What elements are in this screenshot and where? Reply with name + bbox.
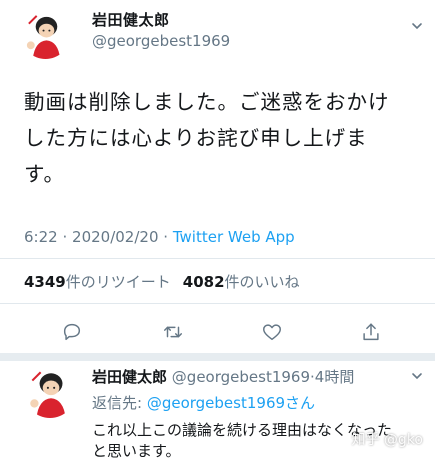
like-stat[interactable]: 4082件のいいね: [183, 273, 300, 291]
section-separator: [0, 353, 435, 361]
like-icon: [263, 324, 281, 341]
reply-to-handle[interactable]: @georgebest1969: [147, 394, 285, 412]
reply-to-suffix: さん: [285, 394, 316, 412]
reply-to-prefix: 返信先:: [92, 394, 147, 412]
display-name[interactable]: 岩田健太郎: [92, 11, 170, 30]
reply-display-name[interactable]: 岩田健太郎: [92, 368, 167, 386]
divider: [0, 258, 435, 259]
share-icon: [363, 323, 379, 341]
meta-separator: ·: [62, 228, 68, 246]
tweet-date[interactable]: 2020/02/20: [72, 228, 158, 246]
like-count: 4082: [182, 273, 225, 291]
retweet-stat[interactable]: 4349件のリツイート: [24, 273, 171, 291]
reply-avatar[interactable]: [24, 366, 76, 418]
tweet-meta: 6:22 · 2020/02/20 · Twitter Web App: [24, 227, 295, 247]
reply-icon: [63, 323, 81, 341]
tweet-time: 6:22: [24, 228, 58, 246]
engagement-stats: 4349件のリツイート 4082件のいいね: [24, 271, 300, 293]
reply-button[interactable]: [58, 318, 86, 346]
watermark: 知乎 @gko: [351, 432, 423, 448]
divider: [0, 303, 435, 304]
retweet-button[interactable]: [159, 318, 187, 346]
like-label: 件のいいね: [224, 273, 300, 291]
tweet-source[interactable]: Twitter Web App: [173, 228, 295, 246]
share-button[interactable]: [357, 318, 385, 346]
handle[interactable]: @georgebest1969: [92, 32, 230, 51]
reply-avatar-illustration: [24, 366, 76, 418]
tweet-text: 動画は削除しました。ご迷惑をおかけ した方には心よりお詫び申し上げま す。: [24, 90, 390, 186]
retweet-label: 件のリツイート: [65, 273, 171, 291]
reply-header: 岩田健太郎 @georgebest1969·4時間: [92, 367, 354, 387]
reply-time[interactable]: 4時間: [315, 368, 355, 386]
like-button[interactable]: [258, 318, 286, 346]
reply-to-line: 返信先: @georgebest1969さん: [92, 393, 315, 413]
avatar-illustration: [21, 10, 70, 59]
avatar[interactable]: [21, 10, 70, 59]
retweet-count: 4349: [24, 273, 66, 291]
reply-handle[interactable]: @georgebest1969: [172, 368, 310, 386]
retweet-icon: [164, 326, 182, 338]
meta-separator: ·: [163, 228, 169, 246]
chevron-down-icon[interactable]: [411, 20, 423, 32]
chevron-down-icon[interactable]: [411, 370, 423, 382]
